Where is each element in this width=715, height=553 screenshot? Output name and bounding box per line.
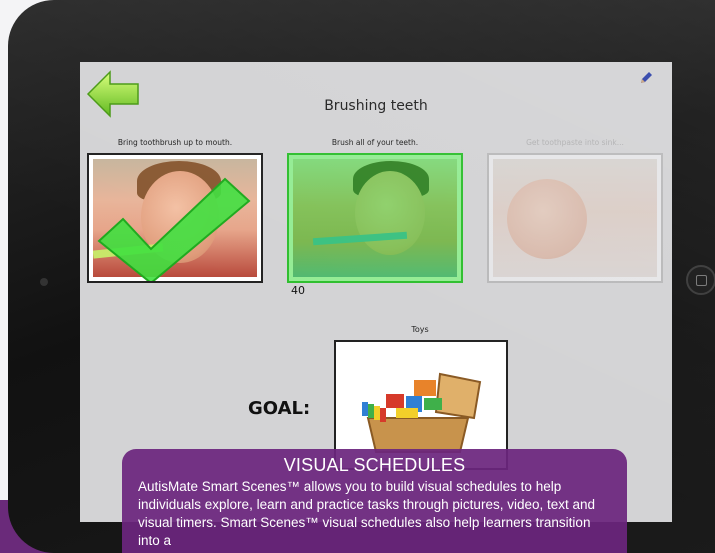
goal-title: Toys <box>411 325 429 334</box>
feature-caption: VISUAL SCHEDULES AutisMate Smart Scenes™… <box>122 449 627 553</box>
pencil-icon[interactable] <box>638 70 654 86</box>
step-2-card[interactable] <box>287 153 463 283</box>
page-title: Brushing teeth <box>324 98 428 114</box>
step-3-label: Get toothpaste into sink... <box>526 138 624 147</box>
step-1-label: Bring toothbrush up to mouth. <box>117 138 233 147</box>
step-3-card[interactable] <box>487 153 663 283</box>
step-2-label: Brush all of your teeth. <box>331 138 419 147</box>
active-step-highlight <box>289 155 461 281</box>
step-timer: 40 <box>291 284 305 297</box>
home-square-icon <box>696 275 707 286</box>
checkmark-icon <box>97 177 251 281</box>
child-face <box>507 179 587 259</box>
caption-title: VISUAL SCHEDULES <box>283 455 466 475</box>
home-button[interactable] <box>686 265 715 295</box>
step-3-photo <box>493 159 657 277</box>
caption-body: AutisMate Smart Scenes™ allows you to bu… <box>138 479 596 548</box>
toy-box-icon <box>362 372 482 453</box>
goal-label: GOAL: <box>248 398 311 419</box>
camera-icon <box>40 278 48 286</box>
step-1-card[interactable] <box>87 153 263 283</box>
